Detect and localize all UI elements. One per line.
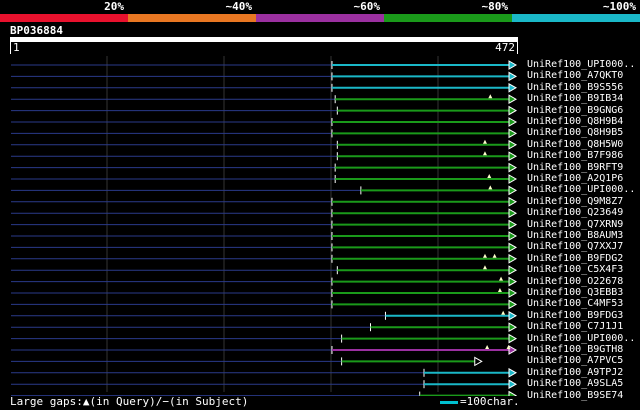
hit-arrow-icon	[474, 356, 483, 367]
hit-arrow-icon	[508, 231, 518, 241]
hit-arrow-icon	[508, 219, 518, 230]
gap-marker-icon	[482, 253, 487, 258]
hit-arrow-icon	[508, 367, 518, 378]
hit-label[interactable]: UniRef100_UPI000..	[527, 184, 635, 195]
gap-marker-icon	[499, 276, 504, 281]
hit-label[interactable]: UniRef100_A9TPJ2	[527, 367, 623, 378]
hit-arrow-icon	[508, 322, 518, 333]
hit-arrow-icon	[508, 128, 518, 139]
scale-line-icon	[440, 400, 458, 404]
gap-marker-icon	[482, 151, 487, 156]
hit-label[interactable]: UniRef100_B9GTH8	[527, 344, 623, 355]
hit-label[interactable]: UniRef100_B9RFT9	[527, 162, 623, 173]
hit-arrow-icon	[508, 345, 518, 355]
hit-arrow-icon	[508, 299, 518, 310]
hit-arrow-icon	[508, 174, 518, 184]
hit-label[interactable]: UniRef100_Q23649	[527, 207, 623, 218]
gap-marker-icon	[497, 288, 502, 292]
hit-label[interactable]: UniRef100_A7QKT0	[527, 70, 623, 81]
hit-arrow-icon	[508, 82, 518, 93]
gap-marker-icon	[492, 253, 497, 258]
gap-marker-icon	[488, 94, 493, 99]
hit-arrow-icon	[508, 333, 518, 344]
gap-marker-icon	[501, 310, 506, 315]
gap-legend: Large gaps:▲(in Query)/−(in Subject)	[10, 395, 249, 408]
gap-marker-icon	[482, 265, 487, 270]
hit-label[interactable]: UniRef100_Q7XXJ7	[527, 241, 623, 252]
gap-marker-icon	[488, 185, 493, 190]
hit-label[interactable]: UniRef100_UPI000..	[527, 333, 635, 344]
hit-label[interactable]: UniRef100_B9GNG6	[527, 105, 623, 116]
hit-arrow-icon	[508, 208, 518, 219]
hit-label[interactable]: UniRef100_C4MF53	[527, 298, 623, 309]
scale-legend: =100char.	[440, 396, 520, 408]
hit-label[interactable]: UniRef100_C7J1J1	[527, 321, 623, 332]
hit-label[interactable]: UniRef100_Q3EBB3	[527, 287, 623, 298]
hit-arrow-icon	[508, 151, 518, 162]
gap-marker-icon	[482, 139, 487, 144]
hit-label[interactable]: UniRef100_B9SE74	[527, 390, 623, 401]
hit-label[interactable]: UniRef100_A2Q1P6	[527, 173, 623, 184]
hit-label[interactable]: UniRef100_Q7XRN9	[527, 219, 623, 230]
gap-marker-icon	[487, 174, 492, 178]
hit-label[interactable]: UniRef100_B7F986	[527, 150, 623, 161]
hit-label[interactable]: UniRef100_B9FDG2	[527, 253, 623, 264]
hit-label[interactable]: UniRef100_A9SLA5	[527, 378, 623, 389]
hit-arrow-icon	[508, 265, 518, 276]
hit-arrow-icon	[508, 139, 518, 150]
hit-arrow-icon	[508, 253, 518, 264]
scale-text: =100char.	[460, 395, 520, 408]
hit-label[interactable]: UniRef100_Q8H9B5	[527, 127, 623, 138]
hit-arrow-icon	[508, 288, 518, 298]
hit-arrow-icon	[508, 310, 518, 321]
gap-marker-icon	[485, 345, 490, 349]
hit-label[interactable]: UniRef100_Q8H5W0	[527, 139, 623, 150]
hit-label[interactable]: UniRef100_B9S556	[527, 82, 623, 93]
hit-label[interactable]: UniRef100_B9IB34	[527, 93, 623, 104]
hit-label[interactable]: UniRef100_C5X4F3	[527, 264, 623, 275]
hit-arrow-icon	[508, 105, 518, 116]
hit-arrow-icon	[508, 71, 518, 82]
hit-label[interactable]: UniRef100_Q9M8Z7	[527, 196, 623, 207]
hit-arrow-icon	[508, 242, 518, 253]
hit-arrow-icon	[508, 196, 518, 207]
hit-label[interactable]: UniRef100_B8AUM3	[527, 230, 623, 241]
hit-arrow-icon	[508, 94, 518, 105]
hit-arrow-icon	[508, 117, 518, 127]
hit-arrow-icon	[508, 276, 518, 287]
hit-label[interactable]: UniRef100_UPI000..	[527, 59, 635, 70]
hit-label[interactable]: UniRef100_O22678	[527, 276, 623, 287]
hit-arrow-icon	[508, 60, 518, 70]
hit-arrow-icon	[508, 185, 518, 196]
hit-label[interactable]: UniRef100_B9FDG3	[527, 310, 623, 321]
hit-label[interactable]: UniRef100_Q8H9B4	[527, 116, 623, 127]
hit-arrow-icon	[508, 379, 518, 390]
hit-arrow-icon	[508, 162, 518, 173]
hit-label[interactable]: UniRef100_A7PVC5	[527, 355, 623, 366]
